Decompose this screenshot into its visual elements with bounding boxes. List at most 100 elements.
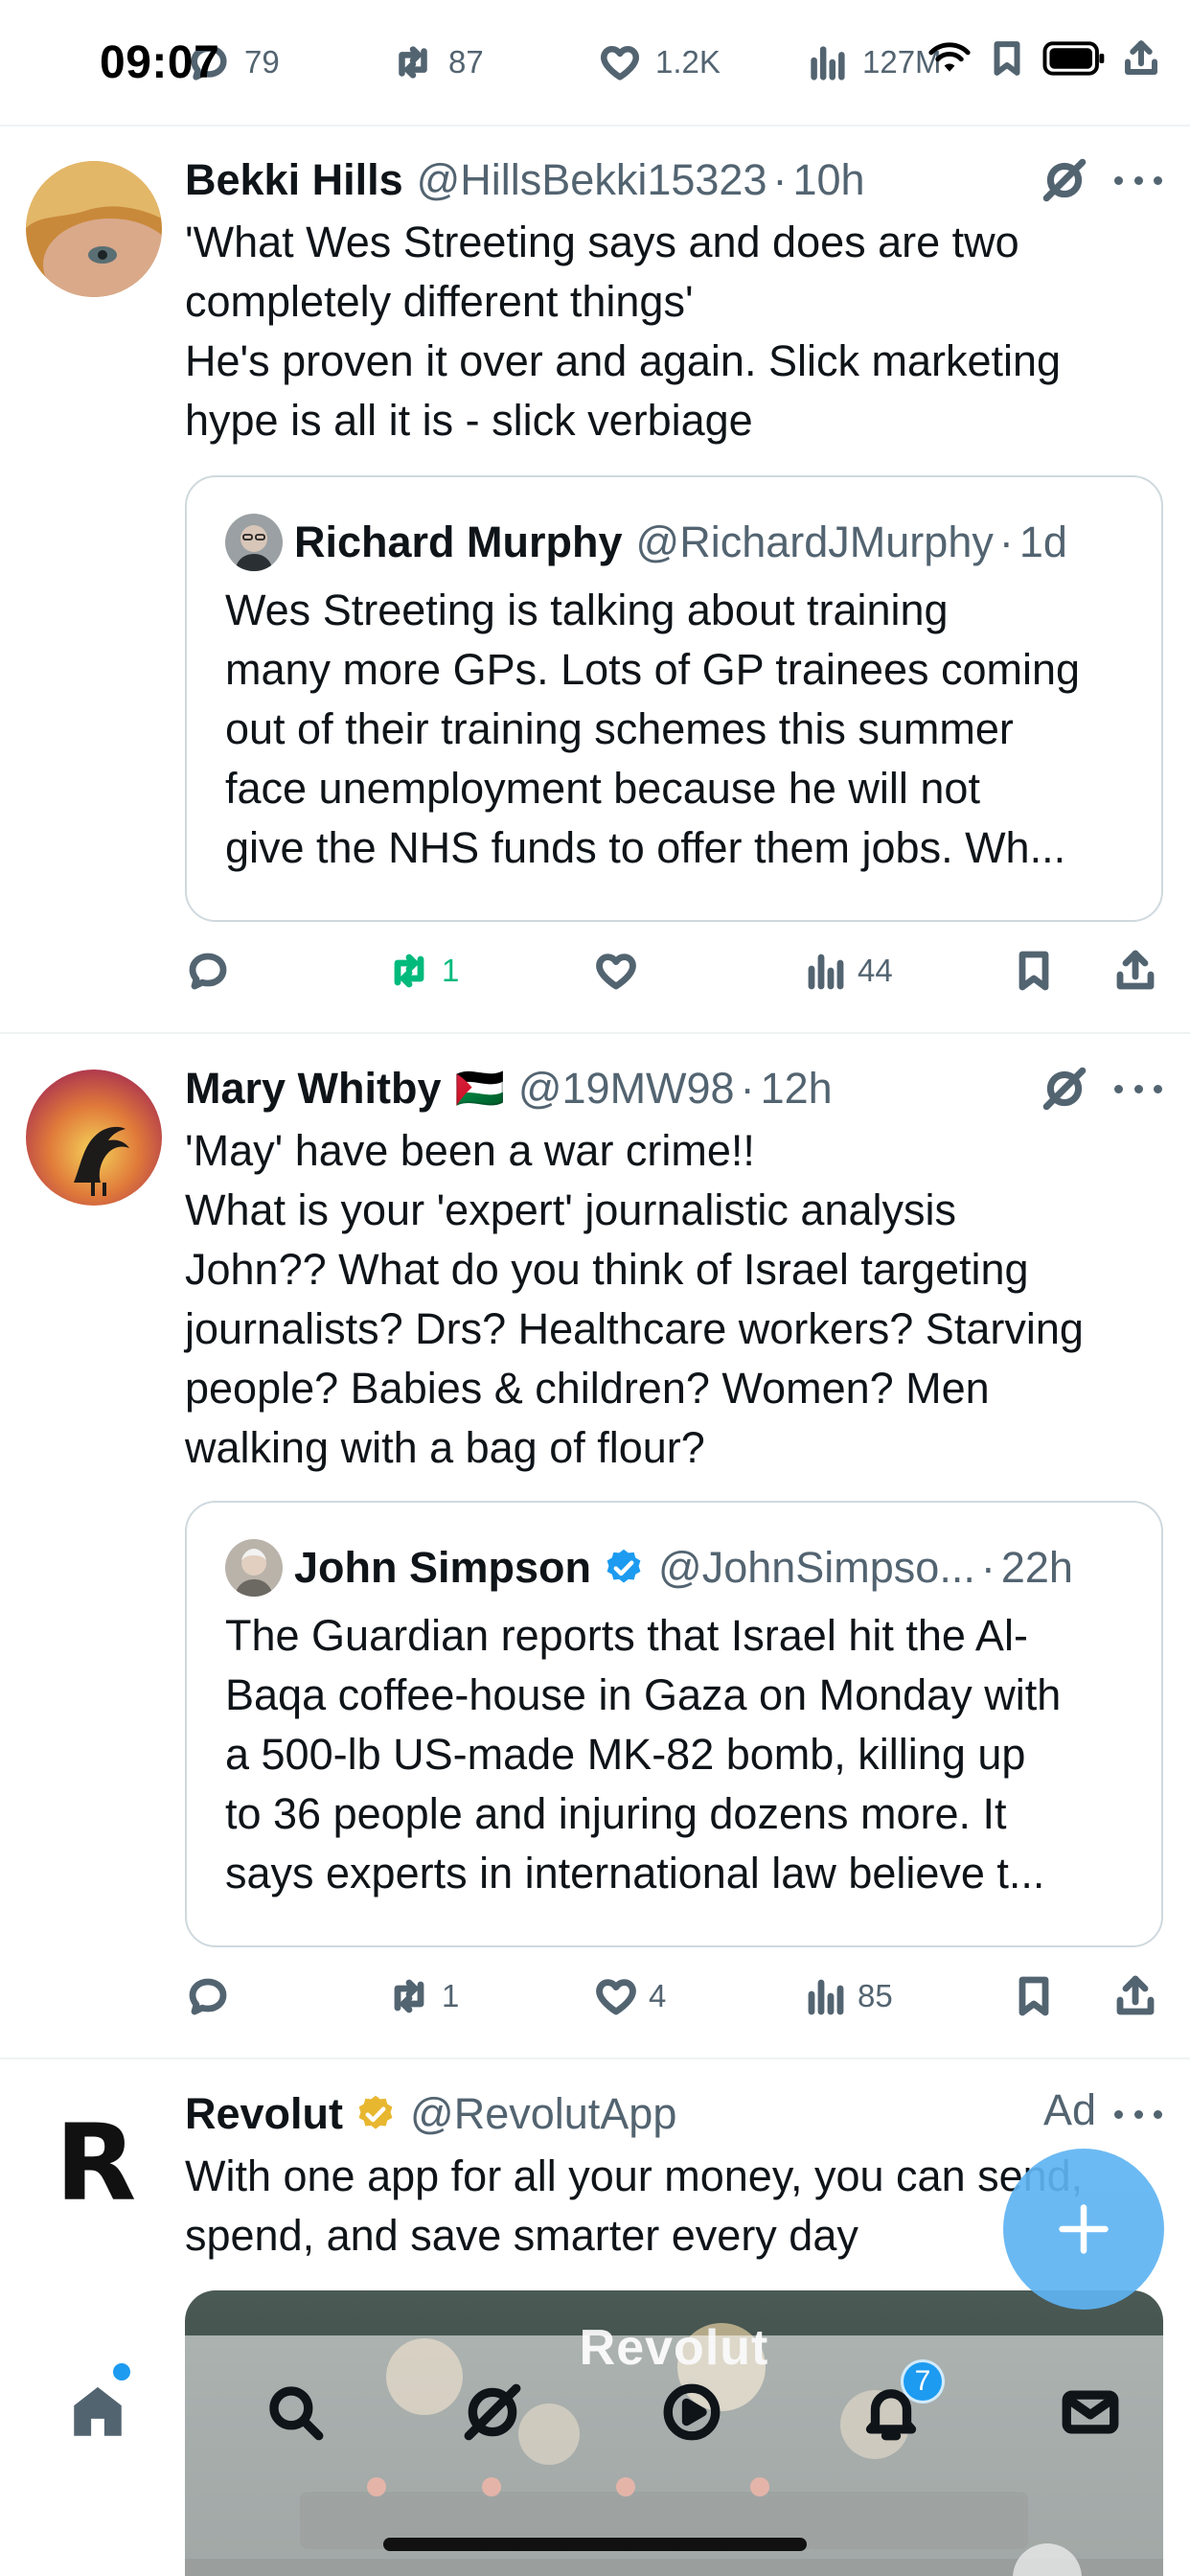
repost-icon xyxy=(399,46,427,79)
top-like-count: 1.2K xyxy=(655,44,721,80)
top-repost-count: 87 xyxy=(448,44,484,80)
more-options-icon[interactable] xyxy=(1114,171,1162,190)
plus-icon xyxy=(1059,2204,1109,2254)
views-icon xyxy=(808,954,844,990)
share-icon xyxy=(1116,950,1155,990)
tweet-time[interactable]: 12h xyxy=(761,1064,833,1114)
views-count: 85 xyxy=(858,1978,893,2013)
quote-text: The Guardian reports that Israel hit the… xyxy=(225,1611,1062,1898)
repost-icon xyxy=(394,1979,424,2013)
more-options-icon[interactable] xyxy=(1114,2104,1162,2124)
quote-avatar-photo xyxy=(225,514,283,571)
top-repost-action[interactable]: 87 xyxy=(391,38,484,86)
share-button[interactable] xyxy=(1112,937,1158,1004)
nav-grok[interactable] xyxy=(454,2374,531,2450)
home-indicator[interactable] xyxy=(383,2538,807,2551)
verified-badge-icon xyxy=(606,1549,641,1583)
divider xyxy=(0,125,1190,126)
revolut-logo: R xyxy=(55,2102,137,2224)
grok-icon[interactable] xyxy=(1041,156,1088,204)
avatar-photo xyxy=(26,161,162,297)
divider xyxy=(0,2058,1190,2059)
share-button[interactable] xyxy=(1112,1963,1158,2030)
views-icon xyxy=(808,1979,844,2015)
tweet-time[interactable]: 10h xyxy=(792,155,864,205)
play-icon xyxy=(663,2383,721,2441)
ad-label: Ad xyxy=(1042,2085,1096,2134)
heart-icon xyxy=(596,954,636,990)
avatar[interactable] xyxy=(26,1070,162,1206)
like-count: 4 xyxy=(649,1978,667,2013)
avatar-photo xyxy=(26,1070,162,1206)
bookmark-button[interactable] xyxy=(1011,937,1057,1004)
avatar[interactable] xyxy=(26,161,162,297)
reply-icon xyxy=(189,953,227,990)
nav-home[interactable] xyxy=(59,2374,136,2450)
wifi-icon xyxy=(928,42,971,72)
author-handle[interactable]: @19MW98 xyxy=(518,1064,735,1114)
top-reply-count: 79 xyxy=(244,44,280,80)
ad-header: Revolut @RevolutApp xyxy=(185,2085,676,2143)
flag-emoji: 🇵🇸 xyxy=(454,1065,505,1111)
repost-button[interactable]: 1 xyxy=(386,937,459,1004)
reply-button[interactable] xyxy=(185,937,240,1004)
like-button[interactable]: 4 xyxy=(593,1963,666,2030)
tweet-actions: 1 4 85 xyxy=(185,1963,1172,2030)
verified-gold-badge-icon xyxy=(358,2095,393,2129)
quote-avatar xyxy=(225,1539,283,1597)
nav-messages[interactable] xyxy=(1052,2374,1129,2450)
bookmark-icon xyxy=(994,41,1020,76)
home-unread-dot xyxy=(113,2363,130,2380)
quote-time: 1d xyxy=(1018,518,1067,566)
tweet-text: 'May' have been a war crime!! What is yo… xyxy=(185,1126,1084,1472)
views-button[interactable]: 85 xyxy=(802,1963,893,2030)
quoted-tweet[interactable]: John Simpson @JohnSimpso... · 22h The Gu… xyxy=(185,1501,1163,1947)
nav-search[interactable] xyxy=(257,2374,333,2450)
repost-icon xyxy=(394,954,424,988)
ad-avatar[interactable]: R xyxy=(26,2095,162,2231)
reply-button[interactable] xyxy=(185,1963,240,2030)
repost-count: 1 xyxy=(442,1978,460,2013)
heart-icon xyxy=(596,1979,636,2015)
quote-text: Wes Streeting is talking about training … xyxy=(225,586,1081,872)
more-options-icon[interactable] xyxy=(1114,1079,1162,1098)
author-name[interactable]: Bekki Hills xyxy=(185,155,403,205)
grok-icon[interactable] xyxy=(1041,1065,1088,1113)
quoted-tweet[interactable]: Richard Murphy @RichardJMurphy · 1d Wes … xyxy=(185,475,1163,922)
mail-icon xyxy=(1062,2390,1119,2434)
quote-header: Richard Murphy @RichardJMurphy · 1d xyxy=(225,514,1067,571)
home-icon xyxy=(74,2386,122,2436)
bookmark-icon xyxy=(1018,951,1049,991)
quote-author-handle: @JohnSimpso... xyxy=(658,1543,975,1592)
notification-badge: 7 xyxy=(901,2359,945,2404)
tweet-header: Bekki Hills @HillsBekki15323 · 10h xyxy=(185,155,865,205)
battery-icon xyxy=(1042,41,1105,76)
quote-header: John Simpson @JohnSimpso... · 22h xyxy=(225,1539,1073,1597)
quote-avatar-photo xyxy=(225,1539,283,1597)
status-icons xyxy=(927,38,1161,79)
views-button[interactable]: 44 xyxy=(802,937,893,1004)
ad-author-handle[interactable]: @RevolutApp xyxy=(410,2089,676,2139)
bookmark-icon xyxy=(1018,1976,1049,2016)
ad-author-name[interactable]: Revolut xyxy=(185,2089,343,2139)
share-icon xyxy=(1116,1975,1155,2015)
bookmark-button[interactable] xyxy=(1011,1963,1057,2030)
author-name[interactable]: Mary Whitby xyxy=(185,1064,442,1114)
reply-icon xyxy=(189,1978,227,2015)
tweet-actions: 1 44 xyxy=(185,937,1172,1004)
repost-count: 1 xyxy=(442,953,460,988)
quote-author-name: John Simpson xyxy=(294,1543,592,1592)
views-count: 44 xyxy=(858,953,893,988)
top-like-action[interactable]: 1.2K xyxy=(598,38,721,86)
quote-author-name: Richard Murphy xyxy=(294,518,623,566)
repost-button[interactable]: 1 xyxy=(386,1963,459,2030)
tweet-header: Mary Whitby 🇵🇸 @19MW98 · 12h xyxy=(185,1064,833,1114)
quote-author-handle: @RichardJMurphy xyxy=(635,518,994,566)
nav-video[interactable] xyxy=(653,2374,730,2450)
divider xyxy=(0,1032,1190,1034)
top-views-action[interactable]: 127M xyxy=(805,38,942,86)
compose-button[interactable] xyxy=(1003,2149,1164,2310)
author-handle[interactable]: @HillsBekki15323 xyxy=(417,155,767,205)
like-button[interactable] xyxy=(593,937,649,1004)
tweet-text: 'What Wes Streeting says and does are tw… xyxy=(185,218,1062,445)
